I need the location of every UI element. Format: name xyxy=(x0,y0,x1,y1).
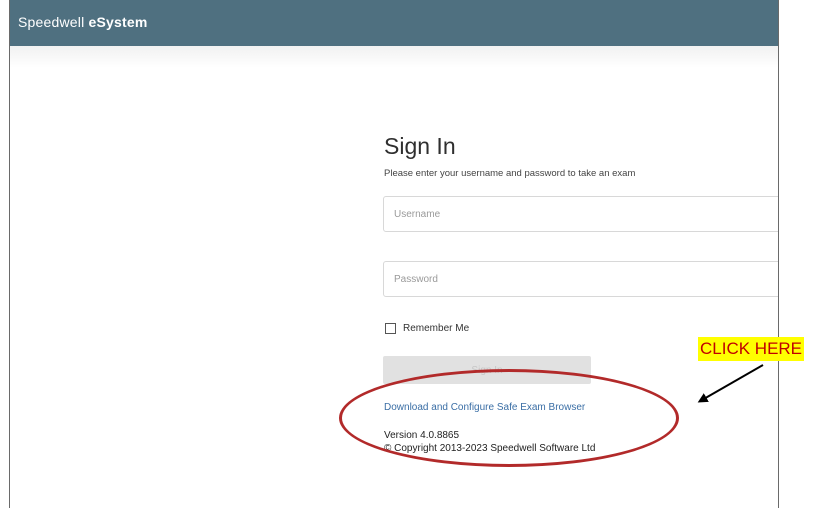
remember-me-row[interactable]: Remember Me xyxy=(385,323,469,334)
username-input[interactable] xyxy=(383,196,778,232)
version-text: Version 4.0.8865 xyxy=(384,430,460,441)
app-logo[interactable]: Speedwell eSystem xyxy=(18,14,148,30)
sign-in-button[interactable]: Sign In xyxy=(383,356,591,384)
brand-system: System xyxy=(96,14,148,30)
header-shadow xyxy=(10,46,778,68)
copyright-text: © Copyright 2013-2023 Speedwell Software… xyxy=(384,443,596,454)
brand-e: e xyxy=(88,14,97,30)
brand-name: Speedwell xyxy=(18,14,89,30)
safe-exam-browser-link[interactable]: Download and Configure Safe Exam Browser xyxy=(384,402,585,413)
page-title: Sign In xyxy=(384,133,456,159)
password-input[interactable] xyxy=(383,261,778,297)
page-subtitle: Please enter your username and password … xyxy=(384,168,636,179)
browser-window: Speedwell eSystem Sign In Please enter y… xyxy=(9,0,779,508)
click-here-callout: CLICK HERE xyxy=(698,337,805,361)
remember-me-checkbox[interactable] xyxy=(385,323,396,334)
remember-me-label: Remember Me xyxy=(403,323,470,334)
top-navbar: Speedwell eSystem xyxy=(10,0,778,46)
